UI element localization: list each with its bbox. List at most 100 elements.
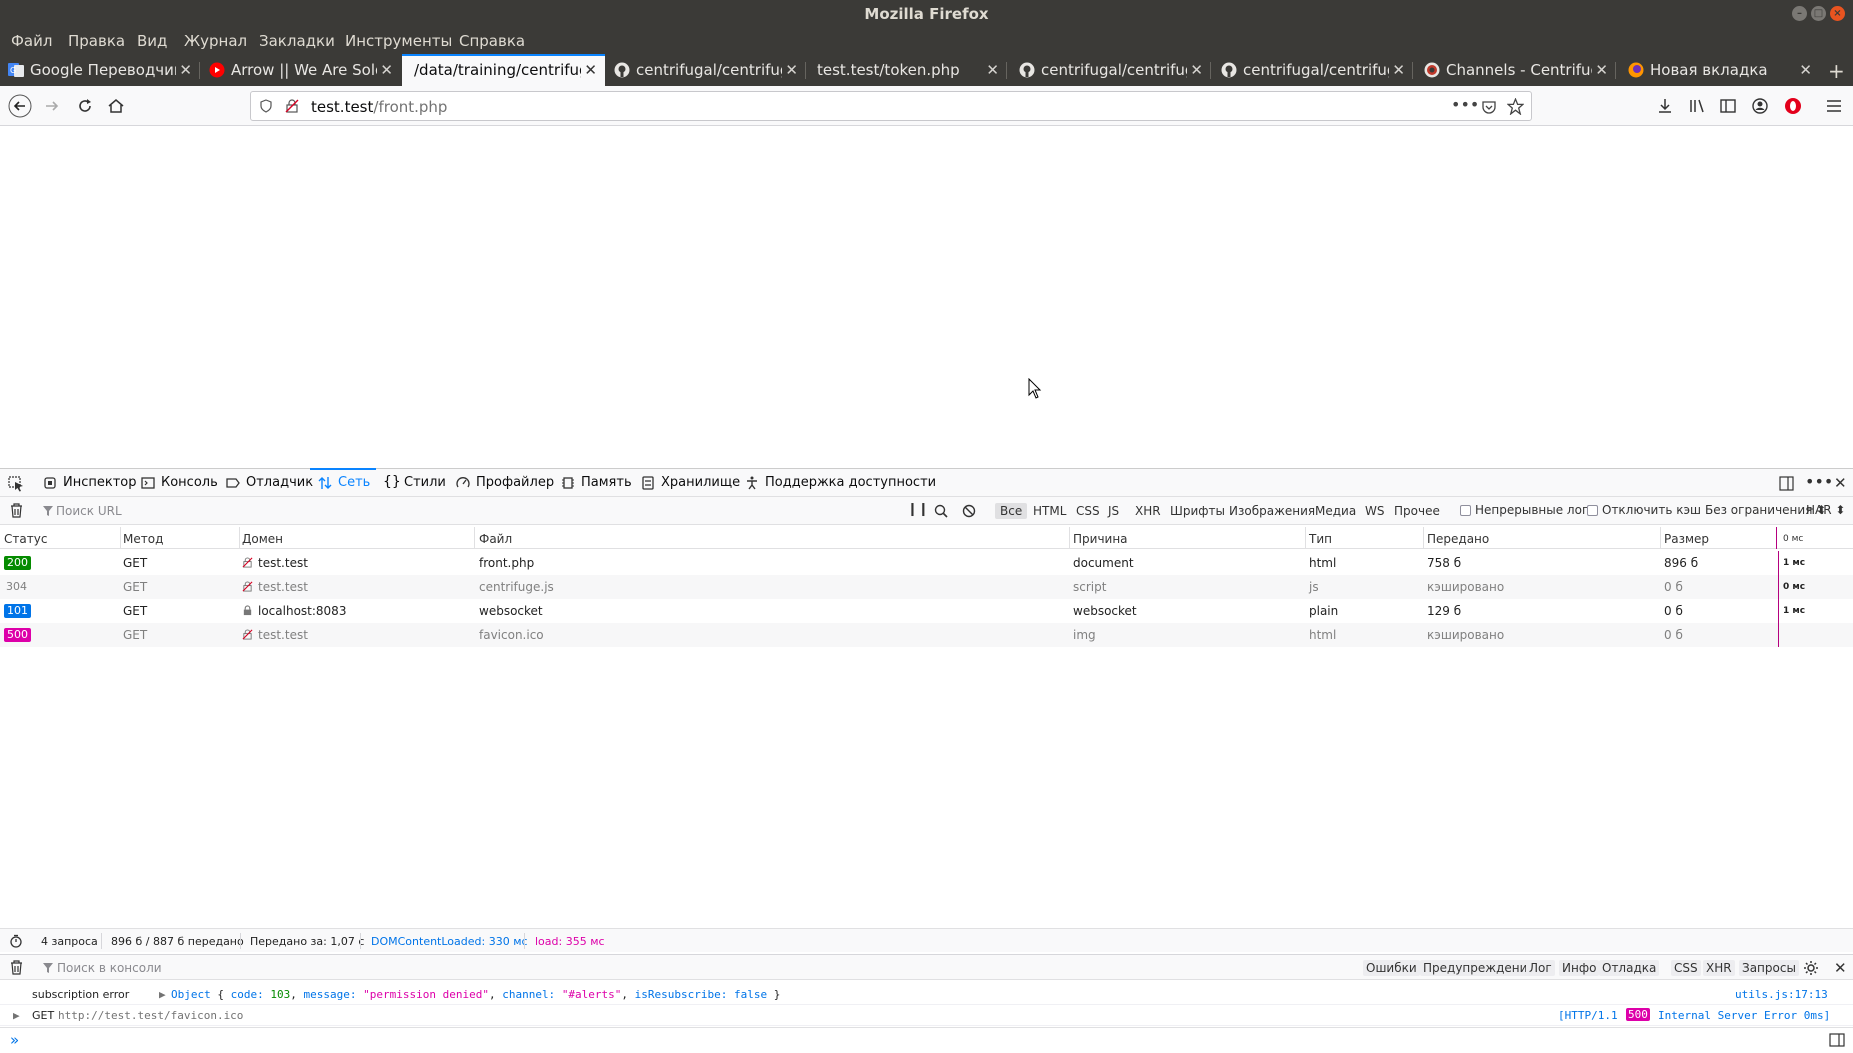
tab-debugger[interactable]: Отладчик bbox=[226, 469, 313, 497]
account-icon[interactable] bbox=[1750, 96, 1770, 116]
close-tab-icon[interactable]: ✕ bbox=[1799, 61, 1812, 79]
tab-accessibility[interactable]: Поддержка доступности bbox=[745, 469, 936, 497]
disable-cache-checkbox[interactable]: Отключить кэш bbox=[1587, 503, 1701, 517]
menu-tools[interactable]: Инструменты bbox=[345, 32, 452, 50]
col-size[interactable]: Размер bbox=[1664, 532, 1709, 546]
filter-media[interactable]: Медиа bbox=[1310, 503, 1361, 519]
element-picker-icon[interactable] bbox=[8, 476, 24, 492]
menu-edit[interactable]: Правка bbox=[68, 32, 125, 50]
forward-icon[interactable] bbox=[42, 96, 62, 116]
clear-console-icon[interactable] bbox=[9, 960, 24, 975]
home-icon[interactable] bbox=[106, 96, 126, 116]
persist-logs-checkbox[interactable]: Непрерывные логи bbox=[1460, 503, 1596, 517]
col-cause[interactable]: Причина bbox=[1073, 532, 1128, 546]
expand-triangle-icon[interactable]: ▶ bbox=[159, 988, 166, 1001]
back-icon[interactable] bbox=[8, 94, 32, 118]
more-options-icon[interactable]: ••• bbox=[1805, 472, 1833, 491]
hamburger-menu-icon[interactable] bbox=[1824, 96, 1844, 116]
tab-memory[interactable]: Память bbox=[561, 469, 632, 497]
col-method[interactable]: Метод bbox=[123, 532, 163, 546]
filter-ws[interactable]: WS bbox=[1360, 503, 1389, 519]
console-filter-debug[interactable]: Отладка bbox=[1599, 960, 1660, 976]
block-icon[interactable] bbox=[962, 504, 976, 518]
console-filter-log[interactable]: Лог bbox=[1526, 960, 1555, 976]
menu-view[interactable]: Вид bbox=[137, 32, 167, 50]
url-bar[interactable]: test.test/front.php ••• bbox=[250, 91, 1532, 121]
clear-trash-icon[interactable] bbox=[9, 503, 24, 518]
tab-github-3[interactable]: centrifugal/centrifuge ✕ bbox=[1213, 54, 1413, 86]
tab-console[interactable]: Консоль bbox=[141, 469, 218, 497]
console-filter-input[interactable]: Поиск в консоли bbox=[57, 961, 162, 975]
filter-xhr[interactable]: XHR bbox=[1130, 503, 1166, 519]
network-row[interactable]: 101 GET websocket websocket plain 129 б 0 б loc… bbox=[0, 599, 1853, 623]
gear-icon[interactable] bbox=[1803, 960, 1819, 976]
menu-bookmarks[interactable]: Закладки bbox=[259, 32, 335, 50]
filter-css[interactable]: CSS bbox=[1071, 503, 1105, 519]
tab-github-2[interactable]: centrifugal/centrifuge ✕ bbox=[1011, 54, 1211, 86]
close-tab-icon[interactable]: ✕ bbox=[785, 61, 798, 79]
close-tab-icon[interactable]: ✕ bbox=[179, 61, 192, 79]
col-status[interactable]: Статус bbox=[4, 532, 47, 546]
close-window-button[interactable]: × bbox=[1830, 6, 1845, 21]
page-actions-icon[interactable]: ••• bbox=[1451, 95, 1479, 114]
dock-side-icon[interactable] bbox=[1779, 476, 1794, 491]
col-waterfall[interactable]: 0 мс bbox=[1783, 534, 1803, 544]
console-filter-requests[interactable]: Запросы bbox=[1739, 960, 1799, 976]
col-type[interactable]: Тип bbox=[1309, 532, 1332, 546]
filter-images[interactable]: Изображения bbox=[1224, 503, 1320, 519]
filter-all[interactable]: Все bbox=[995, 503, 1028, 519]
har-menu[interactable]: HAR ⬍ bbox=[1806, 503, 1845, 517]
downloads-icon[interactable] bbox=[1655, 96, 1675, 116]
tab-inspector[interactable]: Инспектор bbox=[43, 469, 137, 497]
tab-profiler[interactable]: Профайлер bbox=[456, 469, 554, 497]
tab-youtube[interactable]: Arrow || We Are Soldi ✕ bbox=[201, 54, 401, 86]
tab-new-tab[interactable]: Новая вкладка ✕ bbox=[1620, 54, 1820, 86]
tab-github-1[interactable]: centrifugal/centrifuge ✕ bbox=[606, 54, 806, 86]
reload-icon[interactable] bbox=[75, 96, 95, 116]
console-url[interactable]: http://test.test/favicon.ico bbox=[58, 1009, 243, 1022]
tab-network[interactable]: Сеть bbox=[310, 468, 376, 497]
search-icon[interactable] bbox=[934, 504, 948, 518]
filter-html[interactable]: HTML bbox=[1028, 503, 1071, 519]
info-icon[interactable] bbox=[259, 99, 273, 113]
menu-history[interactable]: Журнал bbox=[184, 32, 247, 50]
expand-triangle-icon[interactable]: ▶ bbox=[13, 1009, 20, 1022]
close-tab-icon[interactable]: ✕ bbox=[986, 61, 999, 79]
close-devtools-icon[interactable]: ✕ bbox=[1834, 474, 1847, 492]
opera-vpn-icon[interactable] bbox=[1783, 96, 1803, 116]
bookmark-star-icon[interactable] bbox=[1507, 98, 1524, 115]
sidebar-icon[interactable] bbox=[1718, 96, 1738, 116]
pause-icon[interactable]: ❙❙ bbox=[907, 502, 929, 517]
close-tab-icon[interactable]: ✕ bbox=[1392, 61, 1405, 79]
filter-js[interactable]: JS bbox=[1103, 503, 1124, 519]
insecure-lock-icon[interactable] bbox=[285, 99, 299, 113]
filter-other[interactable]: Прочее bbox=[1389, 503, 1445, 519]
library-icon[interactable] bbox=[1687, 96, 1707, 116]
console-filter-info[interactable]: Инфо bbox=[1559, 960, 1600, 976]
minimize-button[interactable]: – bbox=[1792, 6, 1807, 21]
maximize-button[interactable]: □ bbox=[1811, 6, 1826, 21]
tab-token-php[interactable]: test.test/token.php ✕ bbox=[807, 54, 1007, 86]
network-row[interactable]: 500 GET favicon.ico img html кэшировано 0 б tes… bbox=[0, 623, 1853, 647]
tab-data-training[interactable]: /data/training/centrifuge ✕ bbox=[402, 54, 605, 86]
new-tab-button[interactable]: + bbox=[1828, 59, 1845, 83]
console-filter-css[interactable]: CSS bbox=[1671, 960, 1701, 976]
console-filter-errors[interactable]: Ошибки bbox=[1363, 960, 1420, 976]
col-transferred[interactable]: Передано bbox=[1427, 532, 1489, 546]
close-tab-icon[interactable]: ✕ bbox=[584, 61, 597, 79]
url-text[interactable]: test.test/front.php bbox=[311, 98, 447, 116]
console-object-preview[interactable]: Object { code: 103, message: "permission… bbox=[171, 988, 780, 1001]
menu-help[interactable]: Справка bbox=[459, 32, 525, 50]
tab-styles[interactable]: {} Стили bbox=[383, 469, 446, 497]
menu-file[interactable]: Файл bbox=[11, 32, 52, 50]
pocket-icon[interactable] bbox=[1481, 99, 1497, 115]
tab-google-translate[interactable]: G Google Переводчик ✕ bbox=[0, 54, 200, 86]
close-tab-icon[interactable]: ✕ bbox=[1190, 61, 1203, 79]
filter-fonts[interactable]: Шрифты bbox=[1165, 503, 1230, 519]
network-row[interactable]: 304 GET centrifuge.js script js кэшировано 0 б… bbox=[0, 575, 1853, 599]
console-filter-xhr[interactable]: XHR bbox=[1703, 960, 1735, 976]
close-console-icon[interactable]: ✕ bbox=[1834, 959, 1847, 977]
console-filter-warnings[interactable]: Предупреждения bbox=[1420, 960, 1538, 976]
close-tab-icon[interactable]: ✕ bbox=[380, 61, 393, 79]
url-filter-input[interactable]: Поиск URL bbox=[40, 501, 900, 521]
